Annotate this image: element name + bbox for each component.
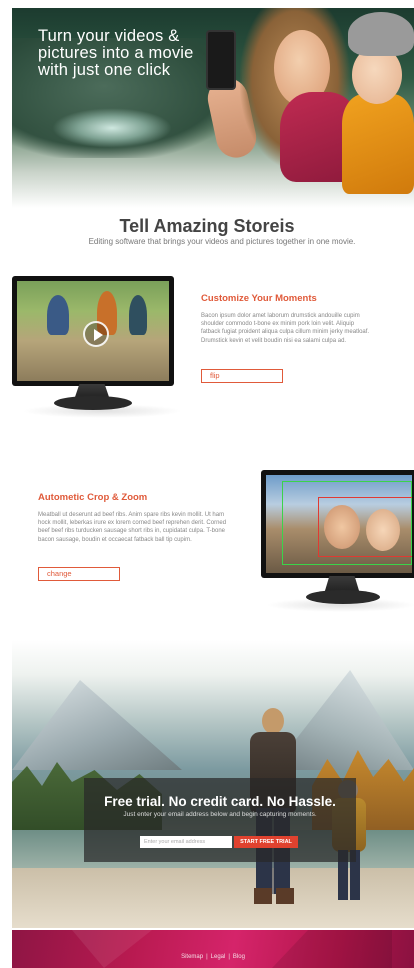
feature-body-customize: Bacon ipsum dolor amet laborum drumstick… <box>201 313 370 344</box>
hiker-boots <box>254 888 294 904</box>
tagline-subtitle: Editing software that brings your videos… <box>88 237 356 246</box>
trial-title: Free trial. No credit card. No Hassle. <box>104 794 336 809</box>
hero-lake-bg <box>52 108 172 148</box>
footer-link-legal[interactable]: Legal <box>211 954 226 960</box>
monitor-base <box>306 590 380 604</box>
cycling-video-thumbnail[interactable] <box>17 281 169 381</box>
monitor-crop-preview <box>258 470 414 615</box>
footer-link-blog[interactable]: Blog <box>233 954 245 960</box>
trial-subtitle: Just enter your email address below and … <box>123 811 317 818</box>
footer-links: Sitemap | Legal | Blog <box>12 954 414 960</box>
trial-signup-box: Free trial. No credit card. No Hassle. J… <box>84 778 356 862</box>
flip-button[interactable]: flip <box>201 369 283 383</box>
cyclist-figure <box>129 295 147 335</box>
footer-link-sitemap[interactable]: Sitemap <box>181 954 203 960</box>
feature-body-crop-zoom: Meatball ut deserunt ad beef ribs. Anim … <box>38 512 227 543</box>
footer-separator: | <box>206 954 208 960</box>
cyclist-figure <box>47 295 69 335</box>
selfie-photo-thumbnail[interactable] <box>266 475 412 573</box>
hiker-head <box>262 708 284 734</box>
hero-child-hat <box>348 12 414 56</box>
email-field[interactable] <box>140 836 232 848</box>
hero-title: Turn your videos & pictures into a movie… <box>38 27 194 79</box>
feature-title-crop-zoom: Autometic Crop & Zoom <box>38 492 148 503</box>
hero-child-jacket <box>342 94 414 194</box>
crop-frame-inner[interactable] <box>318 497 412 557</box>
monitor-screen <box>261 470 414 578</box>
footer: Sitemap | Legal | Blog <box>12 930 414 968</box>
tagline-title: Tell Amazing Storeis <box>119 216 295 236</box>
footer-decoration <box>72 930 152 968</box>
monitor-video-preview <box>12 276 182 418</box>
start-free-trial-button[interactable]: START FREE TRIAL <box>234 836 298 848</box>
change-button[interactable]: change <box>38 567 120 581</box>
monitor-screen <box>12 276 174 386</box>
play-icon[interactable] <box>83 321 109 347</box>
footer-separator: | <box>228 954 230 960</box>
feature-title-customize: Customize Your Moments <box>201 293 317 304</box>
footer-decoration <box>272 930 392 968</box>
mountain-peak <box>12 680 182 770</box>
monitor-base <box>54 396 132 410</box>
